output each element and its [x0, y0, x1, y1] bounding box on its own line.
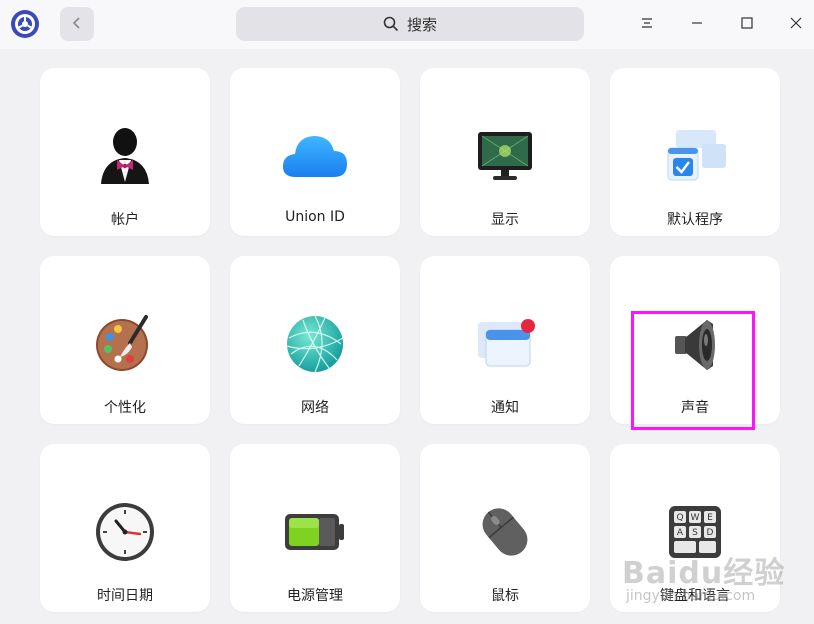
- battery-icon: [279, 496, 351, 568]
- module-card-power[interactable]: 电源管理: [230, 444, 400, 612]
- search-icon: [383, 16, 399, 32]
- module-card-mouse[interactable]: 鼠标: [420, 444, 590, 612]
- close-button[interactable]: [782, 10, 810, 38]
- svg-text:W: W: [691, 513, 700, 523]
- notification-icon: [469, 308, 541, 380]
- module-label: 电源管理: [287, 588, 343, 604]
- module-label: 通知: [491, 400, 519, 416]
- module-label: 时间日期: [97, 588, 153, 604]
- module-label: 默认程序: [667, 212, 723, 228]
- module-card-personalization[interactable]: 个性化: [40, 256, 210, 424]
- module-card-notification[interactable]: 通知: [420, 256, 590, 424]
- svg-text:E: E: [707, 513, 713, 523]
- mouse-icon: [469, 496, 541, 568]
- back-button[interactable]: [60, 7, 94, 41]
- module-card-display[interactable]: 显示: [420, 68, 590, 236]
- clock-icon: [89, 496, 161, 568]
- module-label: 网络: [301, 400, 329, 416]
- module-label: 鼠标: [491, 588, 519, 604]
- maximize-icon: [740, 15, 754, 34]
- search-input[interactable]: 搜索: [236, 7, 584, 41]
- palette-icon: [89, 308, 161, 380]
- chevron-left-icon: [71, 15, 83, 34]
- module-label: 显示: [491, 212, 519, 228]
- module-card-union-id[interactable]: Union ID: [230, 68, 400, 236]
- display-icon: [469, 120, 541, 192]
- cloud-icon: [279, 120, 351, 192]
- close-icon: [789, 15, 803, 34]
- highlight-box: [631, 311, 755, 430]
- module-card-default-apps[interactable]: 默认程序: [610, 68, 780, 236]
- module-label: Union ID: [285, 209, 345, 225]
- svg-text:S: S: [692, 528, 698, 538]
- svg-text:Q: Q: [676, 513, 683, 523]
- default-apps-icon: [659, 120, 731, 192]
- svg-text:D: D: [707, 528, 714, 538]
- module-card-network[interactable]: 网络: [230, 256, 400, 424]
- minimize-icon: [690, 15, 704, 34]
- main-menu-button[interactable]: [633, 10, 661, 38]
- watermark: Baidu经验: [622, 556, 786, 591]
- module-card-account[interactable]: 帐户: [40, 68, 210, 236]
- svg-text:A: A: [677, 528, 684, 538]
- maximize-button[interactable]: [733, 10, 761, 38]
- module-label: 个性化: [104, 400, 146, 416]
- control-center-logo-icon: [10, 9, 40, 39]
- watermark-url: jingyan.baidu.com: [626, 588, 756, 604]
- network-globe-icon: [279, 308, 351, 380]
- module-label: 帐户: [111, 212, 139, 228]
- menu-icon: [640, 15, 654, 34]
- search-placeholder: 搜索: [406, 15, 437, 34]
- account-icon: [89, 120, 161, 192]
- minimize-button[interactable]: [683, 10, 711, 38]
- title-bar: 搜索: [0, 0, 814, 49]
- module-card-datetime[interactable]: 时间日期: [40, 444, 210, 612]
